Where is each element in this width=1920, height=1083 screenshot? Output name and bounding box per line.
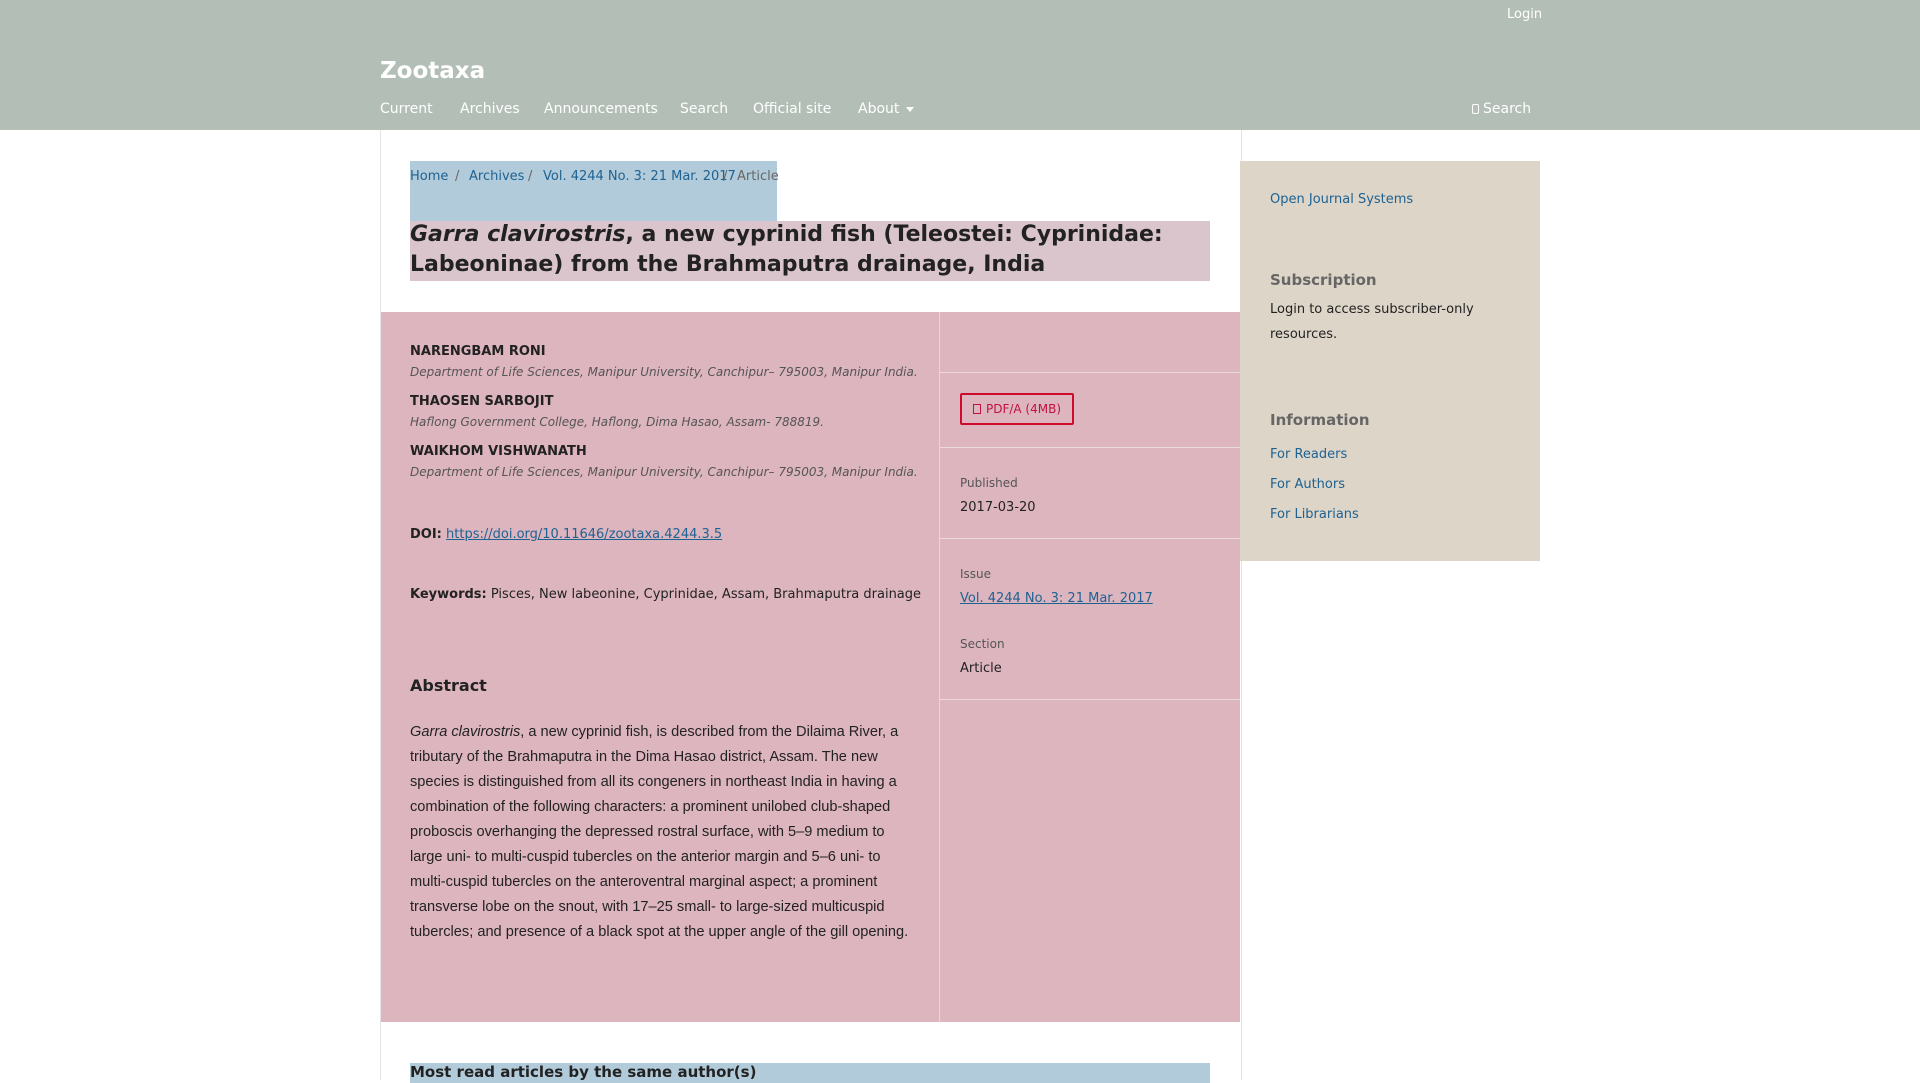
sidebar-item-for-librarians[interactable]: For Librarians <box>1270 507 1359 522</box>
breadcrumb-separator: / <box>528 169 533 184</box>
abstract-heading: Abstract <box>410 676 487 695</box>
pdf-download-button[interactable]: PDF/A (4MB) <box>960 393 1074 425</box>
title-species: Garra clavirostris <box>410 222 626 247</box>
published-date: 2017-03-20 <box>960 500 1036 515</box>
site-title[interactable]: Zootaxa <box>380 58 485 84</box>
sidebar-item-for-authors[interactable]: For Authors <box>1270 477 1345 492</box>
file-icon <box>972 404 981 414</box>
author-name: NARENGBAM RONI <box>410 344 546 359</box>
details-divider <box>940 538 1240 539</box>
search-icon <box>1472 104 1479 114</box>
details-divider <box>940 372 1240 373</box>
pdf-button-label: PDF/A (4MB) <box>985 402 1062 416</box>
author-name: WAIKHOM VISHWANATH <box>410 444 587 459</box>
open-journal-systems-link[interactable]: Open Journal Systems <box>1270 192 1413 207</box>
details-divider <box>940 699 1240 700</box>
issue-label: Issue <box>960 567 992 581</box>
author: NARENGBAM RONI Department of Life Scienc… <box>410 344 918 379</box>
doi-label: DOI: <box>410 527 442 542</box>
author-name: THAOSEN SARBOJIT <box>410 394 554 409</box>
header-search-link[interactable]: Search <box>1472 101 1531 117</box>
issue-value: Vol. 4244 No. 3: 21 Mar. 2017 <box>960 591 1153 606</box>
title-line-2: Labeoninae) from the Brahmaputra drainag… <box>410 252 1046 277</box>
published-label: Published <box>960 476 1018 490</box>
abstract-body: , a new cyprinid fish, is described from… <box>410 724 909 940</box>
keywords: Keywords: Pisces, New labeonine, Cyprini… <box>410 587 921 602</box>
entry-column-divider <box>939 312 940 1022</box>
breadcrumb-home[interactable]: Home <box>410 169 448 184</box>
doi: DOI: https://doi.org/10.11646/zootaxa.42… <box>410 527 722 542</box>
title-line-1: Garra clavirostris, a new cyprinid fish … <box>410 222 1163 247</box>
nav-about-label: About <box>858 101 900 117</box>
author-affiliation: Haflong Government College, Haflong, Dim… <box>410 415 824 429</box>
breadcrumb: Home / Archives / Vol. 4244 No. 3: 21 Ma… <box>410 161 779 221</box>
doi-link[interactable]: https://doi.org/10.11646/zootaxa.4244.3.… <box>446 527 722 542</box>
sidebar-item-for-readers[interactable]: For Readers <box>1270 447 1347 462</box>
breadcrumb-issue[interactable]: Vol. 4244 No. 3: 21 Mar. 2017 <box>543 169 736 184</box>
chevron-down-icon <box>906 106 915 112</box>
keywords-label: Keywords: <box>410 587 487 602</box>
breadcrumb-archives[interactable]: Archives <box>469 169 524 184</box>
nav-archives[interactable]: Archives <box>460 101 520 117</box>
breadcrumb-separator: / <box>455 169 460 184</box>
section-label: Section <box>960 637 1005 651</box>
site-header: Login Zootaxa Current Archives Announcem… <box>0 0 1920 130</box>
information-heading: Information <box>1270 411 1370 429</box>
page-title: Garra clavirostris, a new cyprinid fish … <box>410 221 1210 281</box>
header-search-label: Search <box>1483 101 1532 117</box>
nav-current[interactable]: Current <box>380 101 433 117</box>
author-affiliation: Department of Life Sciences, Manipur Uni… <box>410 465 918 479</box>
section-value: Article <box>960 661 1002 676</box>
nav-announcements[interactable]: Announcements <box>544 101 658 117</box>
nav-official-site[interactable]: Official site <box>753 101 831 117</box>
keywords-value: Pisces, New labeonine, Cyprinidae, Assam… <box>490 587 922 602</box>
nav-search[interactable]: Search <box>680 101 728 117</box>
author: WAIKHOM VISHWANATH Department of Life Sc… <box>410 444 918 479</box>
breadcrumb-current: Article <box>737 169 779 184</box>
author: THAOSEN SARBOJIT Haflong Government Coll… <box>410 394 824 429</box>
issue-link[interactable]: Vol. 4244 No. 3: 21 Mar. 2017 <box>960 591 1153 606</box>
breadcrumb-separator: / <box>723 169 728 184</box>
subscription-text: Login to access subscriber-only resource… <box>1270 302 1474 342</box>
abstract-text: Garra clavirostris, a new cyprinid fish,… <box>410 720 915 945</box>
abstract-species: Garra clavirostris <box>410 724 521 740</box>
login-link[interactable]: Login <box>1507 7 1542 22</box>
sidebar: Open Journal Systems Subscription Login … <box>1240 161 1540 561</box>
nav-about[interactable]: About <box>858 101 915 117</box>
title-rest: , a new cyprinid fish (Teleostei: Cyprin… <box>625 222 1163 247</box>
details-divider <box>940 447 1240 448</box>
most-read-heading: Most read articles by the same author(s) <box>410 1063 1210 1083</box>
subscription-heading: Subscription <box>1270 271 1377 289</box>
author-affiliation: Department of Life Sciences, Manipur Uni… <box>410 365 918 379</box>
